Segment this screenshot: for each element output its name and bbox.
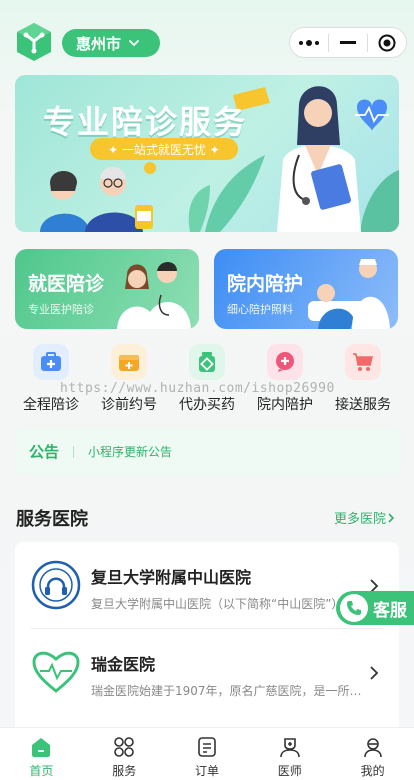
notice-divider [73, 445, 75, 458]
tab-services[interactable]: 服务 [83, 728, 166, 780]
quick-action-label: 全程陪诊 [23, 397, 79, 413]
ruijin-hospital-logo-icon [32, 651, 80, 693]
tab-label: 服务 [112, 764, 137, 778]
tab-label: 订单 [194, 764, 219, 778]
customer-service-button[interactable]: 客服 [336, 591, 414, 625]
tab-doctors[interactable]: 医师 [248, 728, 331, 780]
tab-profile[interactable]: 我的 [331, 728, 414, 780]
minimize-icon [340, 40, 356, 44]
section-title: 服务医院 [16, 509, 88, 530]
hospital-list: 复旦大学附属中山医院 复旦大学附属中山医院（以下简称“中山医院”） 瑞金医院 瑞… [15, 542, 399, 742]
quick-action-buy-medicine[interactable]: 代办买药 [168, 344, 246, 414]
chevron-down-icon [129, 40, 139, 47]
escort-illustration [117, 262, 191, 329]
quick-actions: 全程陪诊 诊前约号 代办买药 院内陪护 接送服务 [12, 344, 402, 414]
notice-text: 小程序更新公告 [88, 445, 173, 459]
home-icon [32, 738, 51, 757]
hospital-desc: 瑞金医院始建于1907年，原名广慈医院，是一所三级甲等综合性医院 [91, 684, 365, 698]
hospital-desc: 复旦大学附属中山医院（以下简称“中山医院”） [91, 597, 344, 611]
notice-label: 公告 [29, 443, 60, 461]
mini-program-capsule [289, 27, 407, 58]
plus-chat-icon [267, 344, 303, 380]
city-label: 惠州市 [76, 34, 122, 53]
doctor-icon [279, 738, 300, 758]
tab-label: 医师 [277, 764, 302, 778]
medicine-icon [189, 344, 225, 380]
city-selector[interactable]: 惠州市 [62, 29, 160, 57]
services-grid-icon [114, 737, 134, 757]
quick-action-label: 诊前约号 [101, 397, 157, 413]
escort-consult-card[interactable]: 就医陪诊 专业医护陪诊 [15, 249, 199, 329]
quick-action-appointment[interactable]: 诊前约号 [90, 344, 168, 414]
hospital-care-card[interactable]: 院内陪护 细心陪护照料 [214, 249, 398, 329]
hospital-name: 复旦大学附属中山医院 [91, 568, 252, 587]
notice-bar[interactable]: 公告 小程序更新公告 [15, 428, 399, 475]
more-dots-icon [299, 39, 319, 46]
calendar-icon [111, 344, 147, 380]
tab-label: 我的 [360, 764, 385, 778]
top-header: 惠州市 [0, 0, 414, 70]
quick-action-full-escort[interactable]: 全程陪诊 [12, 344, 90, 414]
zhongshan-hospital-logo-icon [31, 560, 81, 610]
target-close-icon [378, 34, 396, 51]
promo-banner[interactable]: 专业陪诊服务 ✦ 一站式就医无忧 ✦ [15, 75, 399, 232]
more-hospitals-link[interactable]: 更多医院 [334, 508, 396, 527]
app-logo-icon [17, 23, 51, 61]
quick-action-label: 接送服务 [335, 397, 391, 413]
card-subtitle: 细心陪护照料 [227, 303, 293, 316]
order-icon [198, 737, 216, 757]
more-hospitals-label: 更多医院 [333, 512, 386, 527]
hospital-name: 瑞金医院 [91, 655, 156, 674]
tab-label: 首页 [29, 764, 54, 778]
card-subtitle: 专业医护陪诊 [28, 303, 94, 316]
chevron-right-icon [370, 666, 379, 680]
capsule-close-button[interactable] [368, 28, 406, 57]
quick-action-inpatient-care[interactable]: 院内陪护 [246, 344, 324, 414]
banner-title: 专业陪诊服务 [43, 103, 248, 141]
quick-action-transfer[interactable]: 接送服务 [324, 344, 402, 414]
profile-icon [363, 738, 382, 758]
cart-icon [345, 344, 381, 380]
care-illustration [308, 259, 390, 329]
banner-subtitle: ✦ 一站式就医无忧 ✦ [90, 138, 238, 160]
customer-service-label: 客服 [373, 600, 407, 621]
capsule-more-button[interactable] [290, 28, 328, 57]
quick-action-label: 院内陪护 [257, 397, 313, 413]
capsule-minimize-button[interactable] [329, 28, 367, 57]
phone-icon [340, 594, 368, 622]
hospital-item[interactable]: 瑞金医院 瑞金医院始建于1907年，原名广慈医院，是一所三级甲等综合性医院 [15, 629, 399, 715]
chevron-right-icon [388, 512, 395, 523]
medkit-icon [33, 344, 69, 380]
card-title: 院内陪护 [227, 273, 304, 295]
quick-action-label: 代办买药 [179, 397, 235, 413]
tab-orders[interactable]: 订单 [166, 728, 249, 780]
bottom-tab-bar: 首页 服务 订单 医师 我的 [0, 727, 414, 780]
card-title: 就医陪诊 [28, 273, 105, 295]
tab-home[interactable]: 首页 [0, 728, 83, 780]
